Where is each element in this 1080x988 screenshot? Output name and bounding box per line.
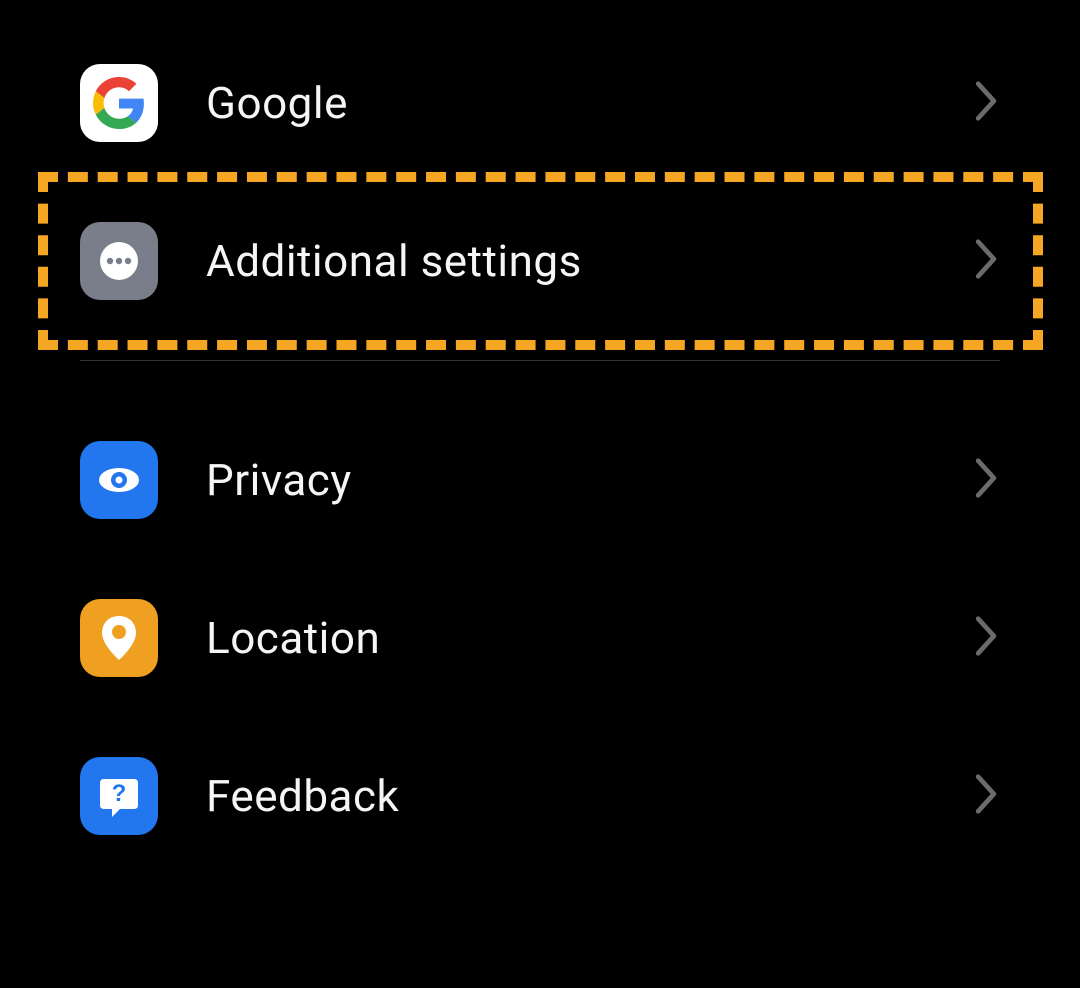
more-icon — [80, 222, 158, 300]
settings-item-feedback[interactable]: ? Feedback — [0, 717, 1080, 875]
eye-icon — [80, 441, 158, 519]
settings-item-label: Location — [206, 612, 972, 664]
settings-list: Google Additional settings — [0, 0, 1080, 875]
chevron-right-icon — [972, 456, 1000, 504]
chevron-right-icon — [972, 79, 1000, 127]
svg-text:?: ? — [112, 780, 127, 807]
feedback-icon: ? — [80, 757, 158, 835]
chevron-right-icon — [972, 614, 1000, 662]
settings-item-additional-settings[interactable]: Additional settings — [0, 182, 1080, 340]
settings-item-privacy[interactable]: Privacy — [0, 401, 1080, 559]
settings-item-label: Feedback — [206, 770, 972, 822]
google-icon — [80, 64, 158, 142]
chevron-right-icon — [972, 237, 1000, 285]
section-divider — [80, 360, 1000, 361]
settings-item-google[interactable]: Google — [0, 24, 1080, 182]
settings-item-label: Privacy — [206, 454, 972, 506]
settings-item-label: Google — [206, 77, 972, 129]
location-pin-icon — [80, 599, 158, 677]
chevron-right-icon — [972, 772, 1000, 820]
settings-item-location[interactable]: Location — [0, 559, 1080, 717]
settings-item-label: Additional settings — [206, 235, 972, 287]
